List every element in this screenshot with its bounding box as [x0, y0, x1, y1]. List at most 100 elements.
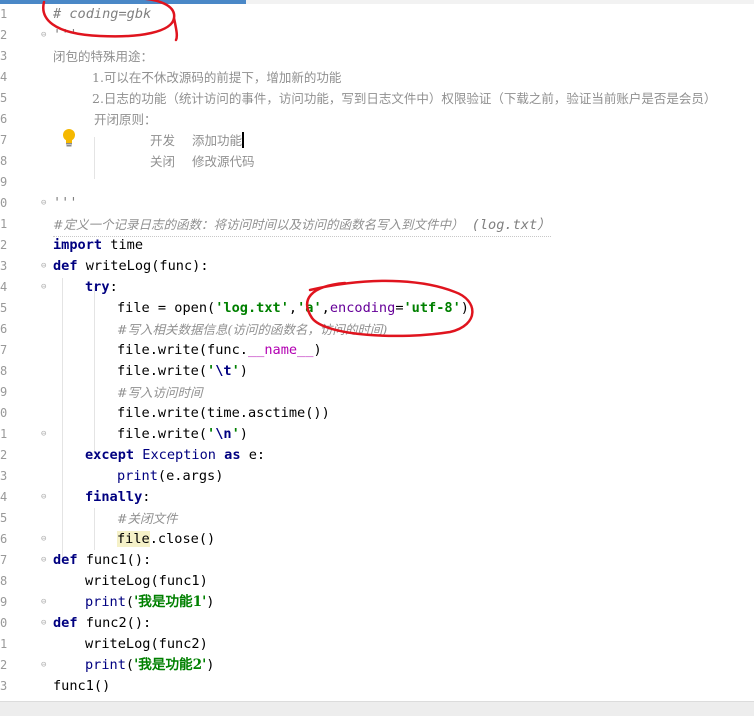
code-line-21: 1 ⊖ file.write('\n') [0, 424, 754, 445]
code-line-29: 9 ⊖ print('我是功能1') [0, 592, 754, 613]
docstring-text: 2.日志的功能（统计访问的事件，访问功能，写到日志文件中）权限验证（下载之前，验… [92, 91, 717, 106]
code-line-33: 3 func1() [0, 676, 754, 697]
code-line-31: 1 writeLog(func2) [0, 634, 754, 655]
code-line-8: 8 关闭 修改源代码 [0, 151, 754, 172]
code-line-20: 0 file.write(time.asctime()) [0, 403, 754, 424]
fold-marker-icon[interactable]: ⊖ [41, 283, 50, 292]
code-line-6: 6 开闭原则： [0, 109, 754, 130]
line-number: 4 [0, 280, 8, 294]
docstring-text: 修改源代码 [192, 154, 255, 169]
fold-marker-icon[interactable]: ⊖ [41, 619, 50, 628]
line-number: 2 [0, 238, 8, 252]
docstring-text: 开发 [150, 133, 176, 148]
lightbulb-icon[interactable] [61, 128, 77, 148]
fold-marker-icon[interactable]: ⊖ [41, 199, 50, 208]
docstring-open: ''' [53, 27, 78, 43]
code-line-4: 4 1.可以在不休改源码的前提下，增加新的功能 [0, 67, 754, 88]
code-line-22: 2 except Exception as e: [0, 445, 754, 466]
line-number: 2 [0, 28, 8, 42]
line-number: 3 [0, 49, 8, 63]
code-line-16: 6 #写入相关数据信息(访问的函数名，访问的时间) [0, 319, 754, 340]
docstring-text: 关闭 [150, 154, 176, 169]
code-line-32: 2 ⊖ print('我是功能2') [0, 655, 754, 676]
function-def: def func2(): [53, 615, 152, 631]
fold-marker-icon[interactable]: ⊖ [41, 598, 50, 607]
line-number: 0 [0, 406, 8, 420]
code-line-30: 0 ⊖ def func2(): [0, 613, 754, 634]
line-number: 2 [0, 658, 8, 672]
line-number: 9 [0, 175, 8, 189]
horizontal-scrollbar[interactable] [0, 701, 754, 716]
comment-line: #写入访问时间 [117, 385, 203, 400]
code-line-5: 5 2.日志的功能（统计访问的事件，访问功能，写到日志文件中）权限验证（下载之前… [0, 88, 754, 109]
line-number: 7 [0, 553, 8, 567]
code-line-14: 4 ⊖ try: [0, 277, 754, 298]
line-number: 9 [0, 385, 8, 399]
comment-text: (log.txt） [471, 217, 551, 233]
print-call: print('我是功能2') [85, 657, 215, 673]
encoding-comment: # coding=gbk [53, 6, 152, 22]
comment-text: #定义一个记录日志的函数：将访问时间以及访问的函数名写入到文件中） [53, 217, 464, 232]
line-number: 6 [0, 112, 8, 126]
fold-marker-icon[interactable]: ⊖ [41, 535, 50, 544]
fold-marker-icon[interactable]: ⊖ [41, 661, 50, 670]
except-clause: except Exception as e: [85, 447, 266, 463]
line-number: 1 [0, 427, 8, 441]
code-line-28: 8 writeLog(func1) [0, 571, 754, 592]
import-statement: import time [53, 237, 144, 253]
fold-marker-icon[interactable]: ⊖ [41, 556, 50, 565]
line-number: 5 [0, 511, 8, 525]
code-line-12: 2 import time [0, 235, 754, 256]
line-number: 6 [0, 322, 8, 336]
open-call: file = open('log.txt','a',encoding='utf-… [117, 300, 469, 316]
code-line-19: 9 #写入访问时间 [0, 382, 754, 403]
fold-marker-icon[interactable]: ⊖ [41, 493, 50, 502]
call-statement: func1() [53, 678, 111, 694]
call-statement: writeLog(func2) [85, 636, 208, 652]
comment-line: #定义一个记录日志的函数：将访问时间以及访问的函数名写入到文件中） (log.t… [53, 214, 551, 237]
code-line-26: 6 ⊖ file.close() [0, 529, 754, 550]
docstring-text: 开闭原则： [94, 112, 157, 127]
code-line-24: 4 ⊖ finally: [0, 487, 754, 508]
code-line-25: 5 #关闭文件 [0, 508, 754, 529]
comment-line: #关闭文件 [117, 511, 178, 526]
function-def: def func1(): [53, 552, 152, 568]
fold-marker-icon[interactable]: ⊖ [41, 31, 50, 40]
docstring-text: 1.可以在不休改源码的前提下，增加新的功能 [92, 70, 342, 85]
text-caret [242, 130, 244, 151]
write-call: file.write('\n') [117, 426, 248, 442]
code-line-2: 2 ⊖ ''' [0, 25, 754, 46]
fold-marker-icon[interactable]: ⊖ [41, 262, 50, 271]
comment-line: #写入相关数据信息(访问的函数名，访问的时间) [117, 322, 388, 337]
line-number: 1 [0, 7, 8, 21]
code-line-18: 8 file.write('\t') [0, 361, 754, 382]
code-line-17: 7 file.write(func.__name__) [0, 340, 754, 361]
code-line-15: 5 file = open('log.txt','a',encoding='ut… [0, 298, 754, 319]
code-line-10: 0 ⊖ ''' [0, 193, 754, 214]
line-number: 8 [0, 154, 8, 168]
write-call: file.write('\t') [117, 363, 248, 379]
line-number: 4 [0, 490, 8, 504]
docstring-text: 添加功能 [192, 133, 243, 148]
code-line-7: 7 开发 添加功能 [0, 130, 754, 151]
try-statement: try: [85, 279, 118, 295]
line-number: 7 [0, 343, 8, 357]
fold-marker-icon[interactable]: ⊖ [41, 430, 50, 439]
line-number: 6 [0, 532, 8, 546]
code-line-9: 9 [0, 172, 754, 193]
write-call: file.write(time.asctime()) [117, 405, 330, 421]
line-number: 9 [0, 595, 8, 609]
line-number: 4 [0, 70, 8, 84]
line-number: 5 [0, 301, 8, 315]
write-call: file.write(func.__name__) [117, 342, 322, 358]
line-number: 1 [0, 637, 8, 651]
line-number: 7 [0, 133, 8, 147]
code-line-11: 1 #定义一个记录日志的函数：将访问时间以及访问的函数名写入到文件中） (log… [0, 214, 754, 237]
line-number: 0 [0, 196, 8, 210]
print-call: print('我是功能1') [85, 594, 215, 610]
docstring-text: 闭包的特殊用途： [53, 49, 154, 64]
line-number: 8 [0, 364, 8, 378]
code-line-13: 3 ⊖ def writeLog(func): [0, 256, 754, 277]
code-line-23: 3 print(e.args) [0, 466, 754, 487]
line-number: 8 [0, 574, 8, 588]
